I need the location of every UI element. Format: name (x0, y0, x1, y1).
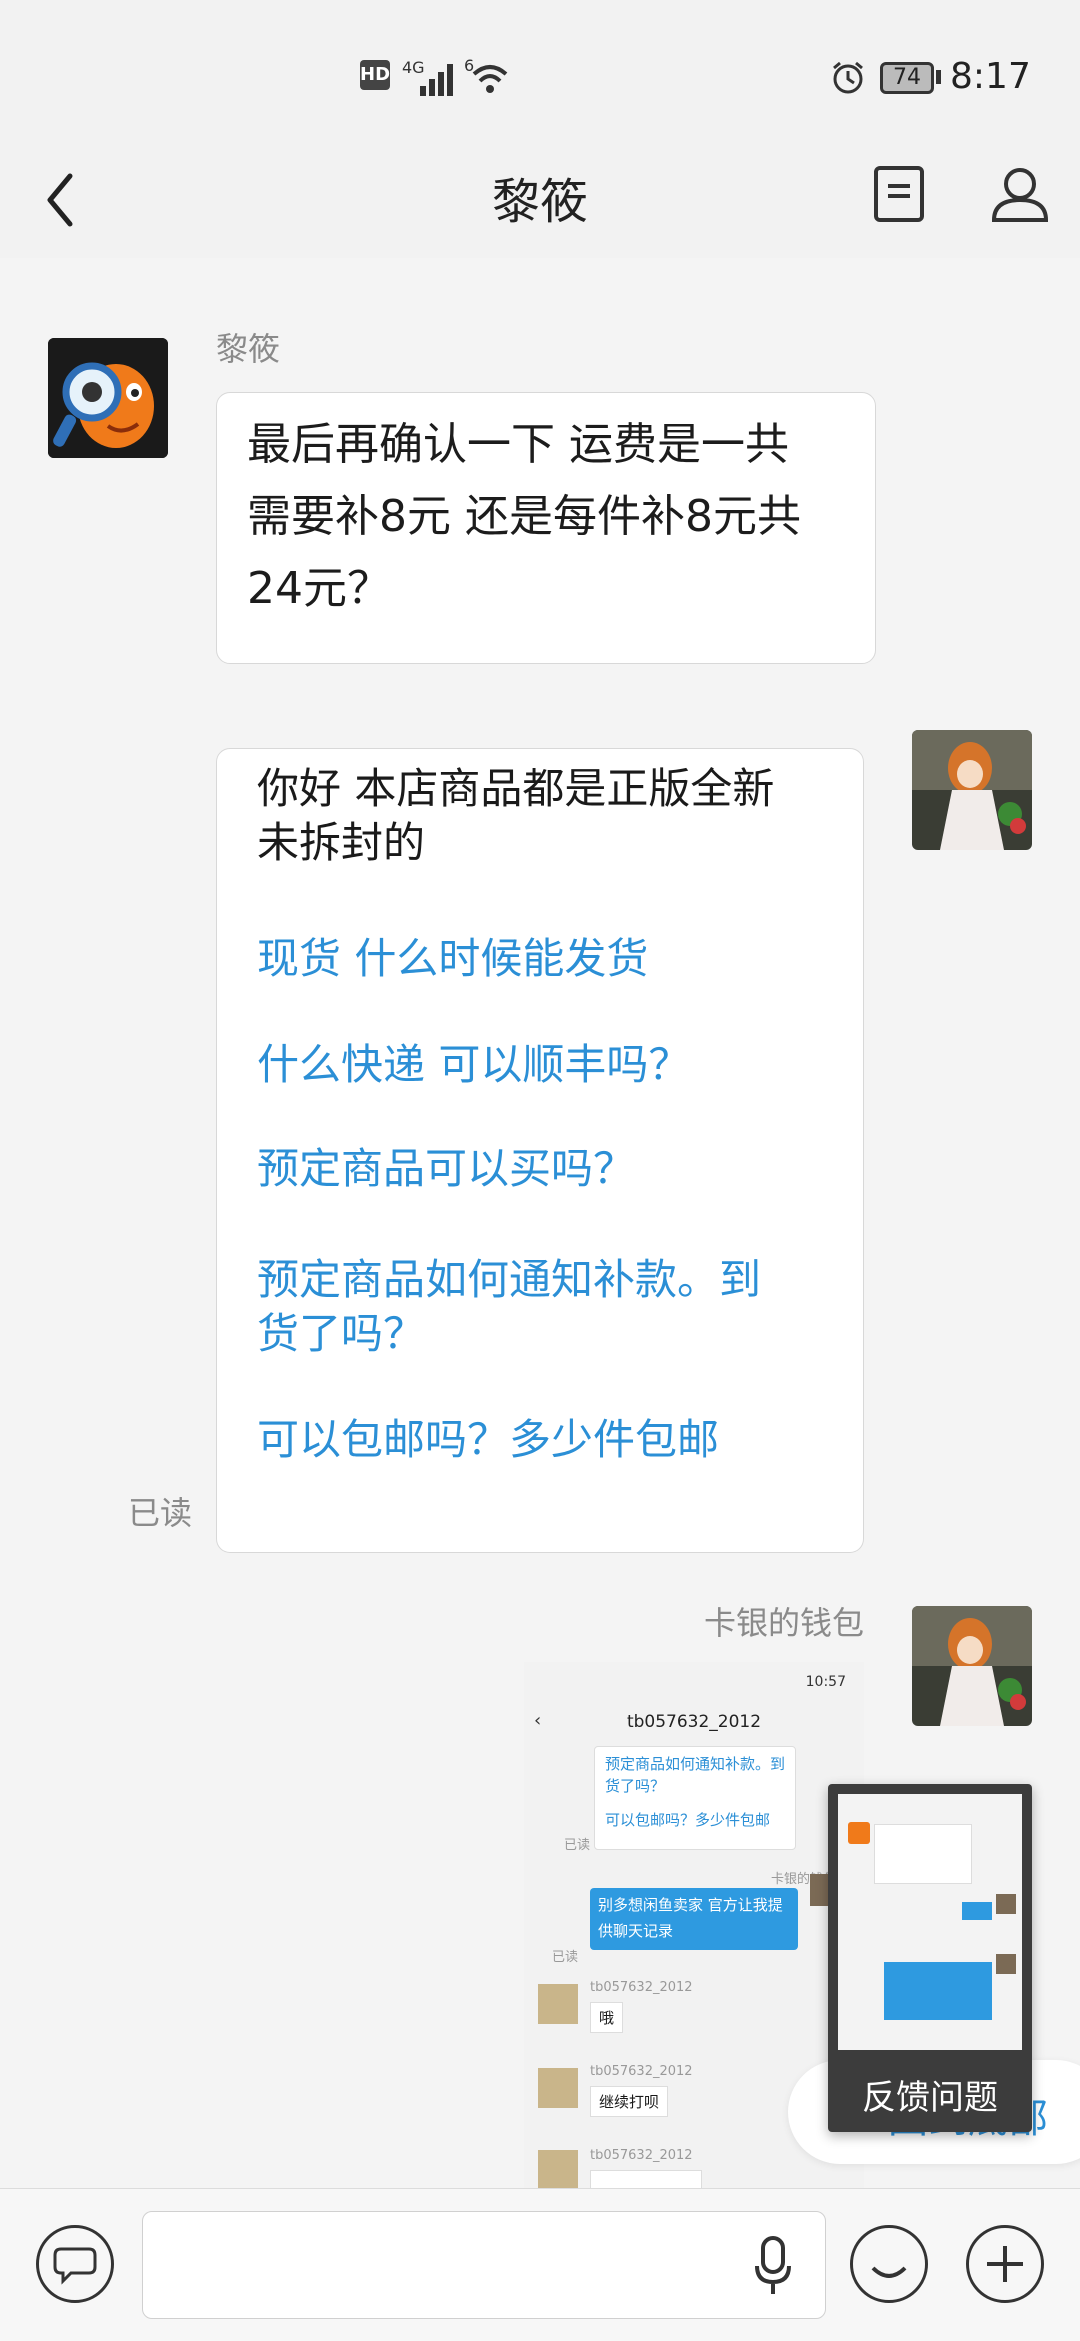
mini-link: 货了吗？ (605, 1777, 666, 1795)
message-bubble-outgoing-continued[interactable]: 预定商品如何通知补款。到 货了吗？ 可以包邮吗？多少件包邮 (216, 1252, 864, 1553)
message-input-bar (0, 2188, 1080, 2341)
battery-level: 74 (893, 65, 921, 90)
figure-avatar-image (912, 730, 1032, 850)
hd-icon: HD (360, 60, 390, 90)
mini-reply: 哦 (590, 2002, 624, 2033)
mini-text: 供聊天记录 (598, 1922, 674, 1940)
quick-question-link[interactable]: 货了吗？ (257, 1306, 425, 1362)
message-bubble-outgoing[interactable]: 你好 本店商品都是正版全新 未拆封的 现货 什么时候能发货 什么快递 可以顺丰吗… (216, 748, 864, 1270)
speech-bubble-icon[interactable] (36, 2225, 114, 2303)
smiley-icon[interactable] (850, 2225, 928, 2303)
quick-question-link[interactable]: 什么快递 可以顺丰吗？ (257, 1037, 690, 1093)
figure-avatar-image (912, 1606, 1032, 1726)
feedback-label[interactable]: 反馈问题 (828, 2070, 1032, 2119)
auto-reply-intro: 未拆封的 (257, 818, 426, 867)
mini-header: ‹ tb057632_2012 (524, 1700, 864, 1746)
mini-name: tb057632_2012 (590, 2148, 693, 2163)
signal-icon (420, 64, 453, 96)
message-input[interactable] (142, 2211, 826, 2319)
preview-avatar (996, 1954, 1016, 1974)
person-icon[interactable] (990, 164, 1050, 224)
chat-header: 黎筱 (0, 140, 1080, 258)
avatar[interactable] (912, 730, 1032, 850)
microphone-icon[interactable] (753, 2236, 793, 2296)
preview-avatar (996, 1894, 1016, 1914)
preview-bubble-blue (884, 1962, 992, 2020)
quick-question-link[interactable]: 预定商品可以买吗？ (257, 1141, 635, 1197)
mascot-avatar-image (48, 338, 168, 458)
quick-question-link[interactable]: 可以包邮吗？多少件包邮 (257, 1412, 719, 1468)
mini-link: 预定商品如何通知补款。到 (605, 1755, 786, 1773)
avatar[interactable] (912, 1606, 1032, 1726)
mini-reply (590, 2170, 702, 2188)
mini-link: 可以包邮吗？多少件包邮 (605, 1811, 771, 1829)
mini-read: 已读 (552, 1950, 579, 1965)
mini-read: 已读 (564, 1838, 591, 1853)
mini-reply: 继续打呗 (590, 2086, 669, 2117)
mini-bubble: 预定商品如何通知补款。到 货了吗？ 可以包邮吗？多少件包邮 (594, 1746, 796, 1850)
mini-text: 别多想闲鱼卖家 官方让我提 (598, 1896, 783, 1914)
message-bubble-incoming[interactable]: 最后再确认一下 运费是一共 需要补8元 还是每件补8元共 24元？ (216, 392, 876, 664)
alarm-icon (833, 61, 863, 94)
preview-bubble-blue (962, 1902, 992, 1920)
read-status: 已读 (128, 1494, 193, 1532)
quick-question-link[interactable]: 预定商品如何通知补款。到 (257, 1252, 761, 1308)
message-text-line: 需要补8元 还是每件补8元共 (247, 491, 801, 542)
message-text-line: 最后再确认一下 运费是一共 (247, 419, 789, 470)
preview-avatar (848, 1822, 870, 1844)
mini-clock: 10:57 (805, 1674, 846, 1690)
battery-icon: 74 (880, 62, 934, 94)
message-text-line: 24元？ (247, 563, 391, 614)
feedback-floating-window[interactable]: 反馈问题 (828, 1784, 1032, 2132)
document-icon[interactable] (872, 164, 928, 224)
mini-avatar (538, 2150, 578, 2188)
feedback-preview (838, 1794, 1022, 2050)
battery-tip (936, 70, 941, 84)
mini-avatar (538, 1984, 578, 2024)
clock: 8:17 (950, 56, 1031, 97)
avatar[interactable] (48, 338, 168, 458)
plus-icon[interactable] (966, 2225, 1044, 2303)
mini-bubble-blue: 别多想闲鱼卖家 官方让我提 供聊天记录 (590, 1888, 798, 1950)
mini-title: tb057632_2012 (626, 1712, 762, 1732)
mini-name: tb057632_2012 (590, 2064, 693, 2079)
mini-name: tb057632_2012 (590, 1980, 693, 1995)
mini-avatar (538, 2068, 578, 2108)
sender-name: 卡银的钱包 (703, 1604, 864, 1642)
status-bar: HD 4G 6 74 8:17 (0, 0, 1080, 140)
chat-message-list[interactable]: 黎筱 最后再确认一下 运费是一共 需要补8元 还是每件补8元共 24元？ 你好 … (0, 258, 1080, 2188)
auto-reply-intro: 你好 本店商品都是正版全新 (257, 764, 775, 813)
quick-question-link[interactable]: 现货 什么时候能发货 (257, 931, 648, 987)
wifi-icon (472, 65, 508, 93)
preview-bubble (874, 1824, 972, 1884)
sender-name: 黎筱 (216, 330, 281, 368)
